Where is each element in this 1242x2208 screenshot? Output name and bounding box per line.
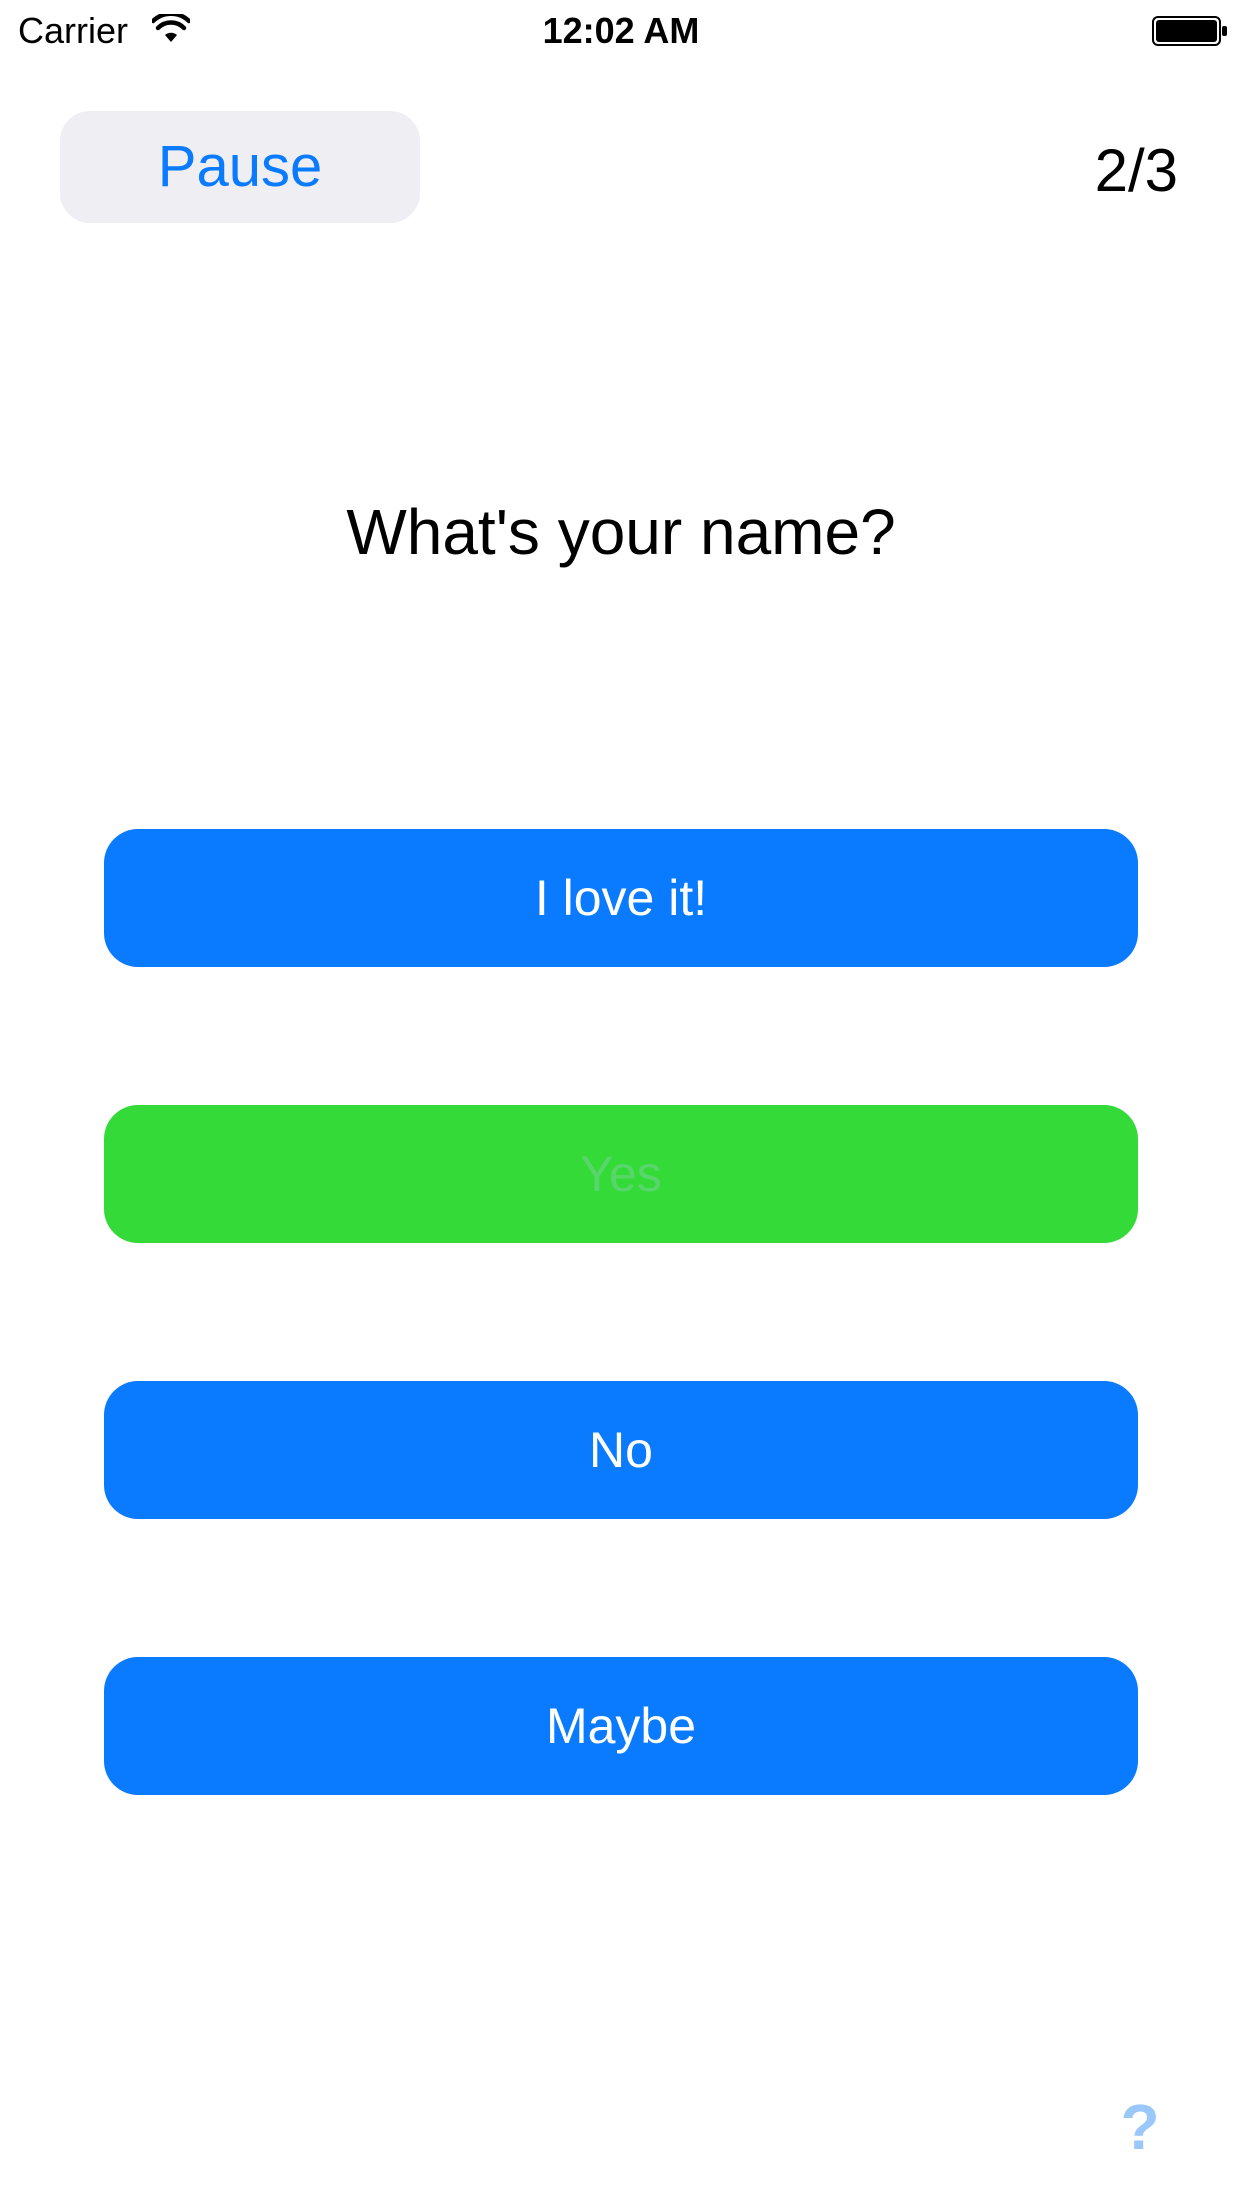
battery-full-icon [1152, 16, 1228, 46]
progress-counter: 2/3 [1094, 137, 1178, 204]
answer-button-yes[interactable]: Yes [104, 1105, 1138, 1243]
answer-button-no[interactable]: No [104, 1381, 1138, 1519]
answer-button-i-love-it[interactable]: I love it! [104, 829, 1138, 967]
help-button[interactable]: ? [1112, 2090, 1168, 2164]
status-bar: Carrier 12:02 AM [0, 0, 1242, 60]
question-text: What's your name? [346, 496, 896, 568]
answer-button-maybe[interactable]: Maybe [104, 1657, 1138, 1795]
status-time: 12:02 AM [542, 10, 700, 51]
pause-button[interactable]: Pause [60, 111, 420, 223]
